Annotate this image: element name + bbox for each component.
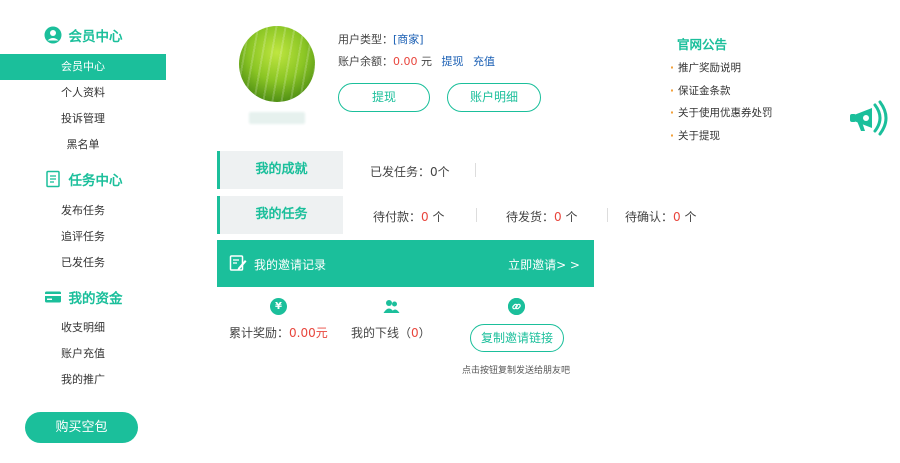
user-circle-icon (44, 26, 62, 44)
document-list-icon (44, 170, 62, 188)
megaphone-icon (848, 98, 894, 138)
divider (607, 208, 608, 222)
funds-title: 我的资金 (68, 291, 123, 307)
sidebar-item-member-center[interactable]: 会员中心 (0, 54, 166, 80)
invite-now-link[interactable]: 立即邀请> > (508, 256, 580, 273)
balance-unit: 元 (421, 55, 432, 68)
downline-stat[interactable]: 我的下线（0） (351, 324, 431, 341)
sidebar-item-followup-task[interactable]: 追评任务 (0, 224, 166, 250)
withdraw-button[interactable]: 提现 (338, 83, 430, 112)
invite-banner: 我的邀请记录 立即邀请> > (217, 240, 594, 287)
users-icon (383, 298, 400, 315)
sidebar-item-profile[interactable]: 个人资料 (0, 80, 166, 106)
copy-hint: 点击按钮复制发送给朋友吧 (462, 366, 571, 376)
invite-records-title: 我的邀请记录 (254, 258, 327, 272)
balance-value: 0.00 (393, 55, 418, 68)
funds-header: 我的资金 (0, 287, 166, 307)
sidebar-item-complaints[interactable]: 投诉管理 (0, 106, 166, 132)
pending-payment-stat[interactable]: 待付款：0 个 (373, 208, 445, 225)
balance-line: 账户余额：0.00 元 提现 充值 (338, 53, 495, 69)
announcement-item[interactable]: · 保证金条款 (670, 83, 731, 98)
withdraw-link[interactable]: 提现 (442, 55, 464, 68)
total-reward-stat: 累计奖励：0.00元 (229, 326, 328, 340)
username-blurred (249, 112, 305, 124)
user-type-label: 用户类型： (338, 33, 393, 46)
tasks-title: 我的任务 (217, 196, 343, 234)
sidebar-item-published-tasks[interactable]: 已发任务 (0, 250, 166, 276)
achievements-title: 我的成就 (217, 151, 343, 189)
announcements-title: 官网公告 (677, 37, 728, 52)
edit-note-icon (229, 254, 247, 276)
account-detail-button[interactable]: 账户明细 (447, 83, 541, 112)
divider (476, 208, 477, 222)
divider (475, 163, 476, 177)
buy-empty-package-button[interactable]: 购买空包 (25, 412, 138, 443)
copy-invite-link-button[interactable]: 复制邀请链接 (470, 324, 564, 352)
announcement-item[interactable]: · 关于使用优惠券处罚 (670, 105, 773, 120)
task-center-header: 任务中心 (0, 169, 166, 189)
pending-confirm-stat[interactable]: 待确认：0 个 (625, 208, 697, 225)
announcement-item[interactable]: · 推广奖励说明 (670, 60, 741, 75)
avatar[interactable] (239, 26, 315, 102)
sidebar-item-income-expense[interactable]: 收支明细 (0, 315, 166, 341)
user-type-value: [商家] (393, 33, 424, 46)
published-tasks-stat: 已发任务：0个 (370, 165, 450, 179)
member-center-header: 会员中心 (0, 25, 166, 45)
link-icon (508, 298, 525, 315)
recharge-link[interactable]: 充值 (473, 55, 495, 68)
sidebar-item-blacklist[interactable]: 黑名单 (0, 132, 166, 158)
yuan-icon: ¥ (270, 298, 287, 315)
pending-shipment-stat[interactable]: 待发货：0 个 (506, 208, 578, 225)
sidebar-item-publish-task[interactable]: 发布任务 (0, 198, 166, 224)
sidebar: 会员中心 会员中心 个人资料 投诉管理 黑名单 任务中心 发布任务 追评任务 已… (0, 0, 166, 463)
announcement-item[interactable]: · 关于提现 (670, 128, 720, 143)
user-type-line: 用户类型：[商家] (338, 31, 424, 47)
member-center-title: 会员中心 (68, 29, 123, 45)
sidebar-item-promotion[interactable]: 我的推广 (0, 367, 166, 393)
sidebar-item-recharge[interactable]: 账户充值 (0, 341, 166, 367)
task-center-title: 任务中心 (68, 173, 123, 189)
card-icon (44, 288, 62, 306)
balance-label: 账户余额： (338, 55, 393, 68)
